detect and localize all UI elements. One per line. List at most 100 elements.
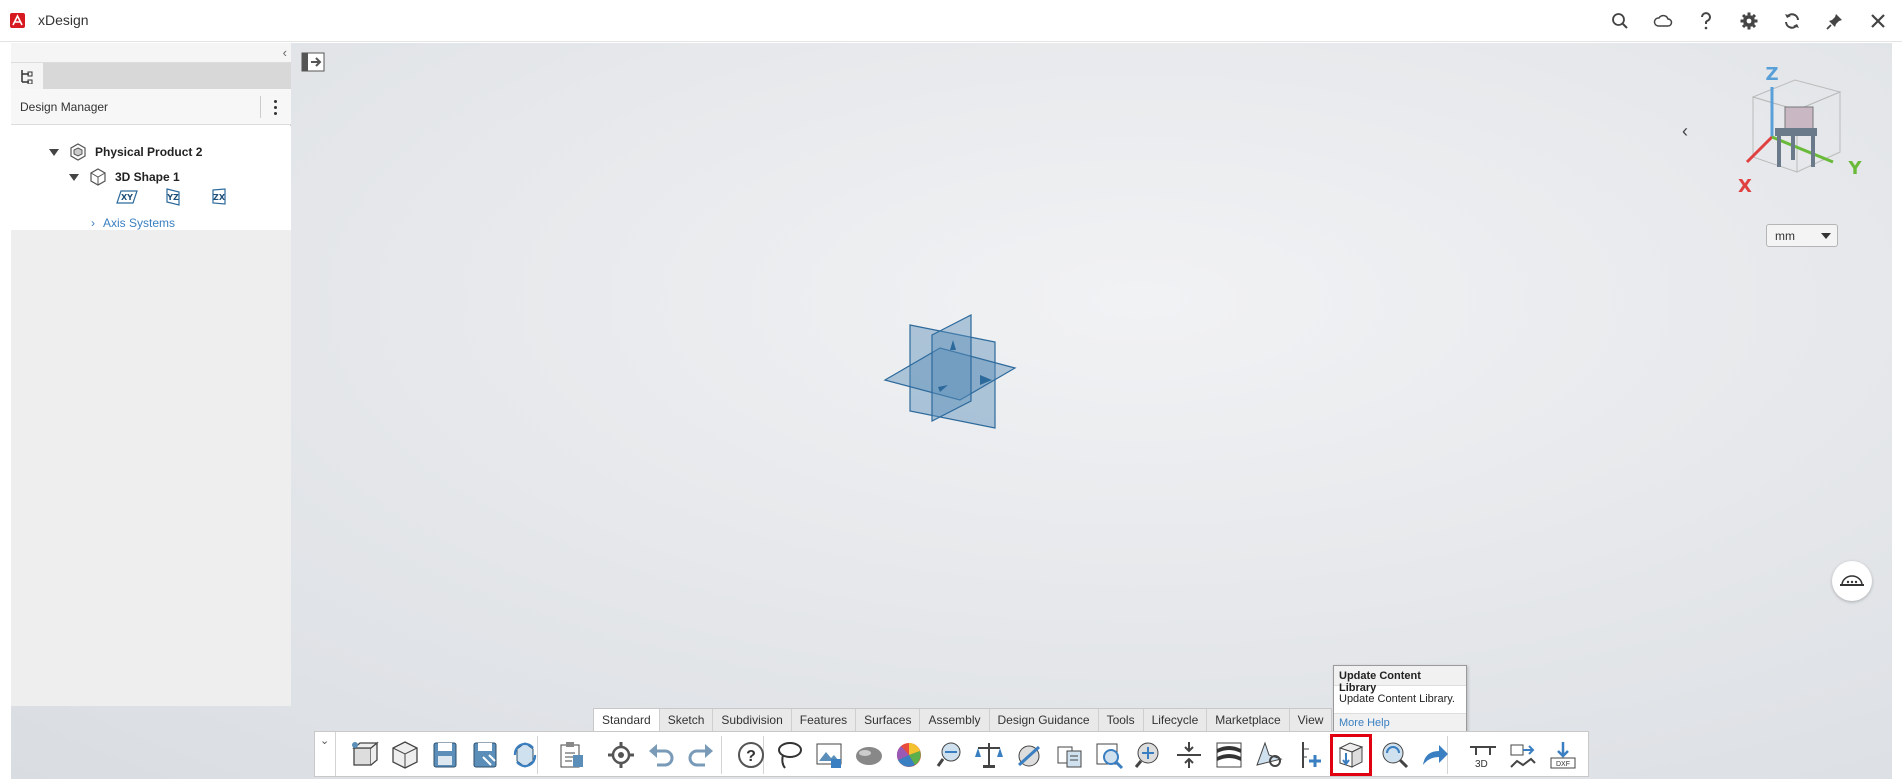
assistant-button[interactable] <box>1832 561 1872 601</box>
tab-subdivision[interactable]: Subdivision <box>713 709 792 731</box>
export-dxf-icon: DXF <box>1550 742 1576 769</box>
balance-button[interactable] <box>973 739 1005 771</box>
show-panel-button[interactable] <box>301 52 325 72</box>
tab-sketch[interactable]: Sketch <box>660 709 714 731</box>
physical-product-icon <box>69 143 87 161</box>
save-button[interactable] <box>429 739 461 771</box>
save-as-button[interactable] <box>469 739 501 771</box>
design-manager-panel: ‹ Design Manager Physical Product 2 3D S… <box>11 43 291 706</box>
align-icon <box>1177 742 1201 768</box>
axis-add-button[interactable] <box>1293 739 1325 771</box>
tab-view[interactable]: View <box>1290 709 1332 731</box>
tab-design-guidance[interactable]: Design Guidance <box>990 709 1099 731</box>
help-icon[interactable] <box>1694 9 1718 33</box>
help-button[interactable]: ? <box>735 739 767 771</box>
title-bar: xDesign <box>0 0 1902 42</box>
inspect-icon <box>1096 743 1124 770</box>
unit-dropdown[interactable]: mm <box>1766 224 1838 247</box>
drawing-button[interactable]: 3D <box>1467 739 1499 771</box>
tree-area: Physical Product 2 3D Shape 1 XY YZ ZX ›… <box>11 126 291 706</box>
compare-icon <box>1134 742 1159 768</box>
clipboard-button[interactable] <box>555 739 587 771</box>
export-step-button[interactable] <box>1507 739 1539 771</box>
tab-assembly[interactable]: Assembly <box>920 709 990 731</box>
tree-label-product: Physical Product 2 <box>95 145 203 159</box>
bom-button[interactable] <box>1053 739 1085 771</box>
tree-node-shape[interactable]: 3D Shape 1 <box>69 168 180 186</box>
zx-plane-icon[interactable]: ZX <box>207 188 231 206</box>
panel-toggle-icon <box>301 52 325 72</box>
snapshot-button[interactable] <box>1253 739 1285 771</box>
options-icon <box>608 742 634 768</box>
xy-plane-icon[interactable]: XY <box>115 188 139 206</box>
more-options-icon[interactable] <box>265 95 285 119</box>
compare-button[interactable] <box>1133 739 1165 771</box>
color-wheel-button[interactable] <box>893 739 925 771</box>
tab-lifecycle[interactable]: Lifecycle <box>1144 709 1208 731</box>
lasso-icon <box>778 742 802 769</box>
plane-label: YZ <box>166 193 179 202</box>
chevron-right-icon[interactable]: › <box>91 216 95 230</box>
expand-icon[interactable] <box>49 148 59 156</box>
app-title: xDesign <box>38 12 89 28</box>
tree-node-product[interactable]: Physical Product 2 <box>49 143 202 161</box>
svg-text:3D: 3D <box>1475 759 1488 770</box>
measure-icon <box>936 742 961 767</box>
action-bar-tabs: Standard Sketch Subdivision Features Surface… <box>593 708 1333 731</box>
tab-standard[interactable]: Standard <box>594 709 660 731</box>
tab-tree[interactable] <box>11 63 43 89</box>
tree-icon <box>21 70 33 84</box>
zebra-button[interactable] <box>1213 739 1245 771</box>
section-button[interactable] <box>1013 739 1045 771</box>
chevron-down-icon <box>1821 233 1831 239</box>
close-icon[interactable] <box>1866 9 1890 33</box>
refresh-icon[interactable] <box>1780 9 1804 33</box>
more-help-link[interactable]: More Help <box>1334 713 1466 731</box>
shading-icon <box>856 747 882 765</box>
axis-add-icon <box>1302 742 1321 768</box>
compass-collapse-icon[interactable]: ‹ <box>1682 121 1688 142</box>
measure-button[interactable] <box>933 739 965 771</box>
lasso-button[interactable] <box>773 739 805 771</box>
collapse-panel-icon[interactable]: ‹ <box>283 45 287 60</box>
tab-surfaces[interactable]: Surfaces <box>856 709 921 731</box>
options-button[interactable] <box>605 739 637 771</box>
explore-button[interactable] <box>1379 739 1411 771</box>
update-content-library-button[interactable] <box>1330 734 1372 776</box>
settings-icon[interactable] <box>1737 9 1761 33</box>
tooltip-description: Update Content Library. <box>1339 693 1455 705</box>
inspect-button[interactable] <box>1093 739 1125 771</box>
align-button[interactable] <box>1173 739 1205 771</box>
export-dxf-button[interactable]: DXF <box>1547 739 1579 771</box>
search-icon[interactable] <box>1608 9 1632 33</box>
sync-button[interactable] <box>509 739 541 771</box>
pin-icon[interactable] <box>1823 9 1847 33</box>
svg-text:?: ? <box>746 748 756 765</box>
chevron-down-icon[interactable]: ⌄ <box>320 734 329 747</box>
new-3d-shape-button[interactable] <box>349 739 381 771</box>
yz-plane-icon[interactable]: YZ <box>161 188 185 206</box>
3d-shape-icon <box>89 168 107 186</box>
cloud-icon[interactable] <box>1651 9 1675 33</box>
help-icon: ? <box>738 742 764 768</box>
view-compass[interactable]: Z X Y <box>1735 62 1865 202</box>
tab-marketplace[interactable]: Marketplace <box>1207 709 1290 731</box>
unit-selected: mm <box>1775 229 1795 243</box>
tab-tools[interactable]: Tools <box>1099 709 1144 731</box>
expand-icon[interactable] <box>69 173 79 181</box>
action-bar: ⌄ ? 3D DXF <box>314 731 1589 777</box>
compass-y-label: Y <box>1847 158 1862 179</box>
shading-button[interactable] <box>853 739 885 771</box>
undo-button[interactable] <box>645 739 677 771</box>
redo-icon <box>688 744 713 767</box>
tree-label-axis-systems: Axis Systems <box>103 216 176 230</box>
tab-features[interactable]: Features <box>792 709 857 731</box>
new-physical-product-button[interactable] <box>389 739 421 771</box>
image-icon <box>816 743 842 768</box>
share-button[interactable] <box>1419 739 1451 771</box>
redo-button[interactable] <box>685 739 717 771</box>
image-button[interactable] <box>813 739 845 771</box>
clipboard-icon <box>560 742 583 768</box>
origin-planes[interactable] <box>880 310 1020 440</box>
tree-node-axis-systems[interactable]: › Axis Systems <box>91 216 175 230</box>
